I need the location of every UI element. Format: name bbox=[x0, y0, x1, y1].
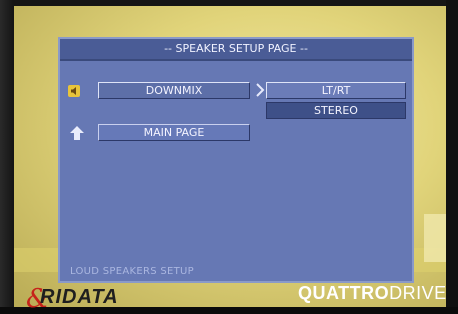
option-lt-rt[interactable]: LT/RT bbox=[266, 82, 406, 99]
speaker-icon bbox=[68, 85, 80, 97]
screen-left-edge bbox=[0, 0, 14, 307]
screen-right-edge bbox=[446, 0, 458, 307]
chevron-right-icon bbox=[256, 83, 265, 97]
arrow-up-icon bbox=[70, 126, 84, 140]
backdrop-tile bbox=[424, 214, 446, 262]
speaker-setup-panel: -- SPEAKER SETUP PAGE -- DOWNMIX MAIN PA… bbox=[58, 37, 414, 283]
logo-thin-part: DRIVE bbox=[389, 283, 447, 303]
status-text: LOUD SPEAKERS SETUP bbox=[70, 266, 194, 277]
option-stereo[interactable]: STEREO bbox=[266, 102, 406, 119]
downmix-button[interactable]: DOWNMIX bbox=[98, 82, 250, 99]
main-page-button[interactable]: MAIN PAGE bbox=[98, 124, 250, 141]
ridata-logo: RIDATA bbox=[40, 286, 119, 308]
logo-bold-part: QUATTRO bbox=[298, 283, 390, 303]
panel-title: -- SPEAKER SETUP PAGE -- bbox=[60, 39, 412, 61]
quattrodrive-logo: QUATTRODRIVE bbox=[298, 283, 447, 304]
